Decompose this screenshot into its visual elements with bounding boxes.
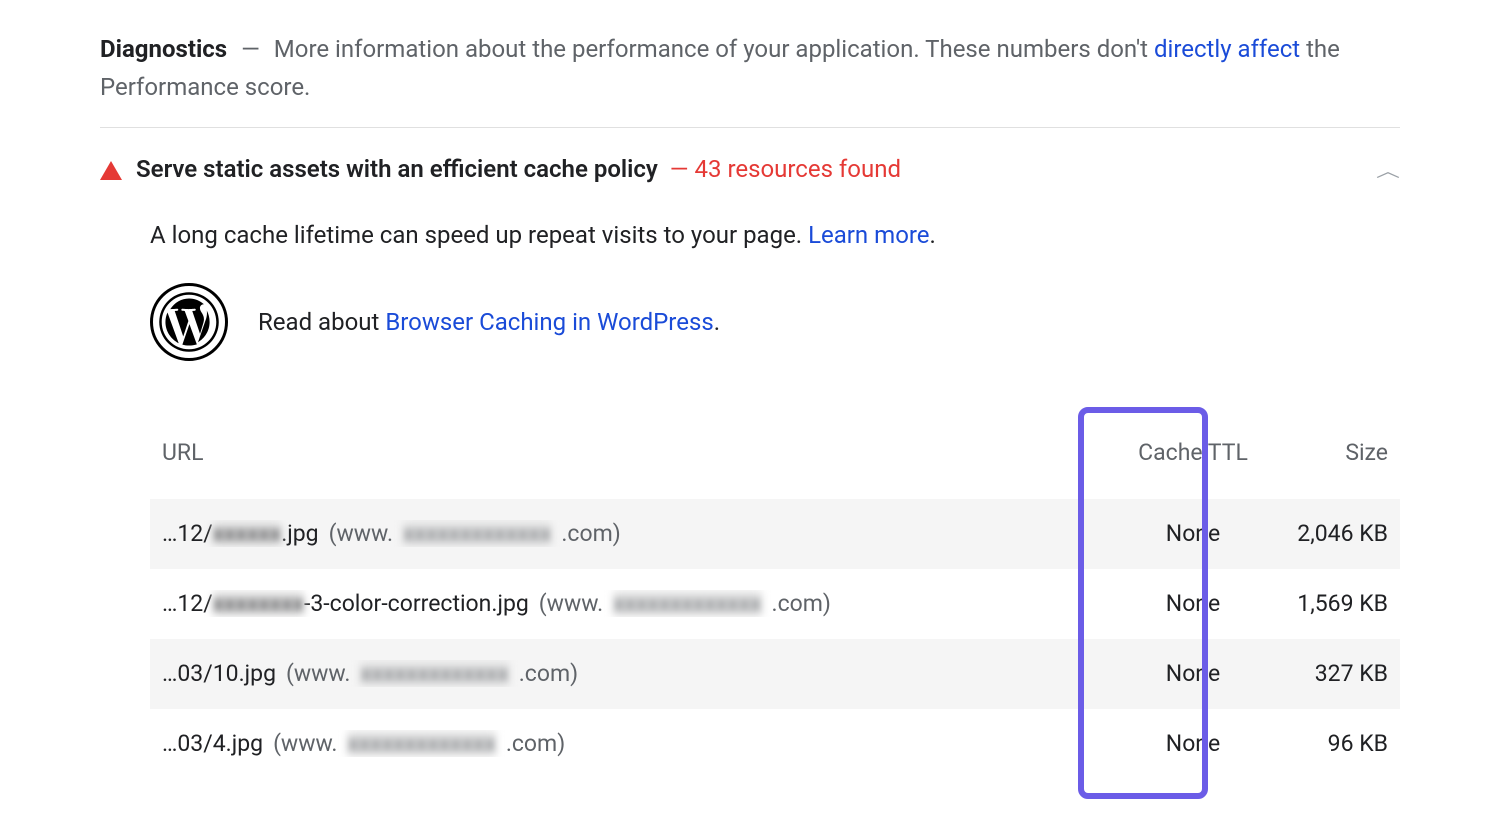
url-path-pre: …03/10.jpg xyxy=(162,660,276,687)
url-host-post: .com) xyxy=(772,590,831,617)
size-cell: 327 KB xyxy=(1258,660,1388,687)
table-row[interactable]: …03/10.jpg (www. xxxxxxxxxxxxx .com) None327… xyxy=(150,639,1400,709)
audit-title: Serve static assets with an efficient ca… xyxy=(136,155,658,183)
learn-more-link[interactable]: Learn more xyxy=(808,221,929,249)
audit-explain-text: A long cache lifetime can speed up repea… xyxy=(150,221,808,249)
table-row[interactable]: …12/xxxxxx.jpg (www. xxxxxxxxxxxxx .com) Non… xyxy=(150,499,1400,569)
diagnostics-header: Diagnostics — More information about the… xyxy=(100,30,1400,128)
cache-ttl-cell: None xyxy=(1128,730,1258,757)
wordpress-hint-text: Read about Browser Caching in WordPress. xyxy=(258,308,720,336)
table-body: …12/xxxxxx.jpg (www. xxxxxxxxxxxxx .com) Non… xyxy=(150,499,1400,779)
url-host-redacted: xxxxxxxxxxxxx xyxy=(347,730,495,757)
url-cell: …12/xxxxxx.jpg (www. xxxxxxxxxxxxx .com) xyxy=(162,520,1128,547)
audit-explain-after: . xyxy=(930,221,936,249)
url-path-post: -3-color-correction.jpg xyxy=(304,590,529,617)
chevron-up-icon: ︿ xyxy=(1376,157,1400,182)
url-host-redacted: xxxxxxxxxxxxx xyxy=(403,520,551,547)
diagnostics-dash: — xyxy=(241,35,260,63)
audit-count: —43 resources found xyxy=(670,155,901,183)
resources-table-wrap: URL Cache TTL Size …12/xxxxxx.jpg (www. xx… xyxy=(150,407,1400,779)
cache-ttl-cell: None xyxy=(1128,590,1258,617)
wordpress-hint: Read about Browser Caching in WordPress. xyxy=(150,283,1400,361)
table-row[interactable]: …03/4.jpg (www. xxxxxxxxxxxxx .com) None96 K… xyxy=(150,709,1400,779)
wp-caching-link[interactable]: Browser Caching in WordPress xyxy=(385,308,713,336)
url-host-post: .com) xyxy=(519,660,578,687)
audit-toggle-row[interactable]: Serve static assets with an efficient ca… xyxy=(100,138,1400,201)
size-cell: 1,569 KB xyxy=(1258,590,1388,617)
wordpress-icon xyxy=(150,283,228,361)
url-cell: …03/10.jpg (www. xxxxxxxxxxxxx .com) xyxy=(162,660,1128,687)
url-host-pre: (www. xyxy=(286,660,350,687)
url-host-redacted: xxxxxxxxxxxxx xyxy=(360,660,508,687)
diagnostics-title: Diagnostics xyxy=(100,35,227,63)
url-cell: …03/4.jpg (www. xxxxxxxxxxxxx .com) xyxy=(162,730,1128,757)
cache-ttl-cell: None xyxy=(1128,660,1258,687)
url-host-post: .com) xyxy=(561,520,620,547)
url-cell: …12/xxxxxxxx-3-color-correction.jpg (www.… xyxy=(162,590,1128,617)
size-cell: 96 KB xyxy=(1258,730,1388,757)
size-cell: 2,046 KB xyxy=(1258,520,1388,547)
diagnostics-link[interactable]: directly affect xyxy=(1154,35,1300,63)
audit-count-dash: — xyxy=(670,155,689,183)
resources-table: URL Cache TTL Size …12/xxxxxx.jpg (www. xx… xyxy=(150,407,1400,779)
url-path-pre: …03/4.jpg xyxy=(162,730,263,757)
url-host-pre: (www. xyxy=(539,590,603,617)
url-path-redacted: xxxxxx xyxy=(213,520,281,547)
url-path-redacted: xxxxxxxx xyxy=(213,590,304,617)
cache-ttl-cell: None xyxy=(1128,520,1258,547)
url-path-post: .jpg xyxy=(281,520,318,547)
warning-triangle-icon xyxy=(100,161,122,180)
table-row[interactable]: …12/xxxxxxxx-3-color-correction.jpg (www.… xyxy=(150,569,1400,639)
url-path-pre: …12/ xyxy=(162,590,213,617)
audit-count-text: 43 resources found xyxy=(695,155,901,183)
url-path-pre: …12/ xyxy=(162,520,213,547)
col-size: Size xyxy=(1258,439,1388,466)
url-host-post: .com) xyxy=(506,730,565,757)
audit-body: A long cache lifetime can speed up repea… xyxy=(100,221,1400,779)
url-host-redacted: xxxxxxxxxxxxx xyxy=(613,590,761,617)
table-header: URL Cache TTL Size xyxy=(150,407,1400,499)
col-url: URL xyxy=(162,439,1128,466)
col-cache-ttl: Cache TTL xyxy=(1128,438,1258,468)
wp-text-before: Read about xyxy=(258,308,385,336)
wp-text-after: . xyxy=(714,308,720,336)
diagnostics-desc-before: More information about the performance o… xyxy=(274,35,1154,63)
audit-heading: Serve static assets with an efficient ca… xyxy=(136,155,901,183)
col-cache-ttl-text: Cache TTL xyxy=(1138,439,1248,466)
url-host-pre: (www. xyxy=(329,520,393,547)
audit-explain: A long cache lifetime can speed up repea… xyxy=(150,221,1400,249)
url-host-pre: (www. xyxy=(273,730,337,757)
